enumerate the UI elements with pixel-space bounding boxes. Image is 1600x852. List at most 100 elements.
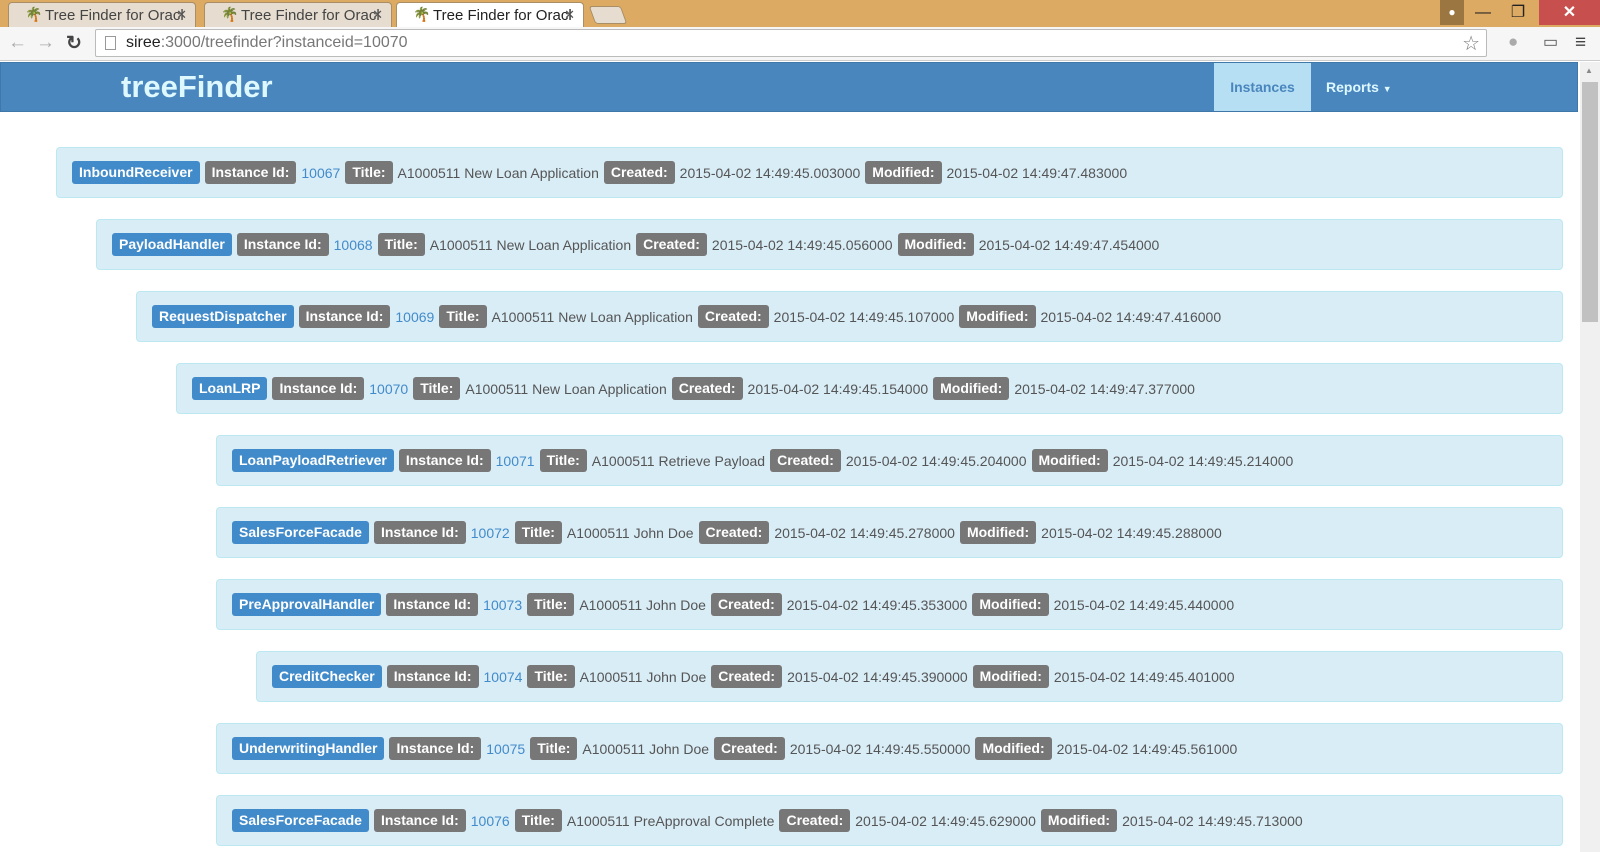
- tab-title: Tree Finder for Oracl: [45, 7, 184, 24]
- minimize-button[interactable]: —: [1468, 0, 1498, 25]
- title-label: Title:: [413, 377, 461, 400]
- bookmark-star-icon[interactable]: ☆: [1462, 31, 1480, 56]
- instance-row: PayloadHandler Instance Id: 10068 Title: A10…: [96, 219, 1563, 270]
- tab-title: Tree Finder for Oracl: [241, 7, 380, 24]
- cast-icon[interactable]: ▭: [1543, 32, 1558, 52]
- component-name-label[interactable]: InboundReceiver: [72, 161, 200, 184]
- modified-label: Modified:: [959, 521, 1037, 544]
- close-tab-icon[interactable]: ✕: [564, 7, 575, 23]
- instance-id-label: Instance Id:: [272, 377, 365, 400]
- tab-title: Tree Finder for Oracl: [433, 7, 572, 24]
- instance-id-link[interactable]: 10068: [334, 237, 373, 253]
- profile-icon[interactable]: ●: [1440, 0, 1464, 25]
- forward-icon[interactable]: →: [36, 32, 55, 54]
- created-value: 2015-04-02 14:49:45.003000: [679, 164, 861, 181]
- scrollbar[interactable]: ▲: [1580, 62, 1600, 852]
- modified-label: Modified:: [933, 377, 1010, 400]
- component-name-label[interactable]: LoanLRP: [192, 377, 268, 400]
- instance-id-link[interactable]: 10072: [471, 525, 510, 541]
- reports-label: Reports: [1326, 79, 1379, 95]
- created-value: 2015-04-02 14:49:45.204000: [845, 452, 1027, 469]
- title-label: Title:: [539, 449, 587, 472]
- brand-logo[interactable]: treeFinder: [121, 69, 273, 105]
- modified-label: Modified:: [972, 665, 1049, 688]
- instance-id-link[interactable]: 10076: [471, 813, 510, 829]
- close-tab-icon[interactable]: ✕: [372, 7, 383, 23]
- created-label: Created:: [698, 521, 770, 544]
- scroll-up-icon[interactable]: ▲: [1585, 66, 1593, 75]
- component-name-label[interactable]: CreditChecker: [272, 665, 382, 688]
- created-label: Created:: [697, 305, 769, 328]
- component-name-label[interactable]: LoanPayloadRetriever: [232, 449, 394, 472]
- title-value: A1000511 Retrieve Payload: [591, 452, 766, 469]
- modified-label: Modified:: [1040, 809, 1118, 832]
- instance-row: RequestDispatcher Instance Id: 10069 Title:…: [136, 291, 1563, 342]
- title-value: A1000511 New Loan Application: [465, 380, 667, 397]
- browser-tab-active[interactable]: 🌴 Tree Finder for Oracl ✕: [396, 2, 584, 27]
- instance-id-label: Instance Id:: [236, 233, 329, 256]
- component-name-label[interactable]: UnderwritingHandler: [232, 737, 385, 760]
- close-tab-icon[interactable]: ✕: [176, 7, 187, 23]
- instance-id-link[interactable]: 10075: [486, 741, 525, 757]
- instance-row: SalesForceFacade Instance Id: 10072 Title: A…: [216, 507, 1563, 558]
- component-name-label[interactable]: SalesForceFacade: [232, 809, 369, 832]
- created-value: 2015-04-02 14:49:45.056000: [711, 236, 893, 253]
- instance-id-link[interactable]: 10067: [301, 165, 340, 181]
- instance-id-label: Instance Id:: [204, 161, 297, 184]
- created-value: 2015-04-02 14:49:45.353000: [786, 596, 968, 613]
- instance-row: UnderwritingHandler Instance Id: 10075 Titl…: [216, 723, 1563, 774]
- instance-id-link[interactable]: 10073: [483, 597, 522, 613]
- app-navbar: treeFinder Instances Reports ▼: [0, 62, 1578, 112]
- title-value: A1000511 John Doe: [579, 596, 706, 613]
- reload-icon[interactable]: ↻: [66, 32, 82, 55]
- browser-tab[interactable]: 🌴 Tree Finder for Oracl ✕: [8, 2, 196, 27]
- nav-instances[interactable]: Instances: [1214, 63, 1311, 111]
- menu-icon[interactable]: ≡: [1575, 32, 1586, 54]
- hangouts-icon[interactable]: ●: [1508, 32, 1518, 52]
- browser-toolbar: ← → ↻ siree:3000/treefinder?instanceid=1…: [0, 27, 1600, 61]
- tree-favicon-icon: 🌴: [221, 6, 239, 22]
- created-label: Created:: [671, 377, 743, 400]
- created-value: 2015-04-02 14:49:45.107000: [773, 308, 955, 325]
- modified-value: 2015-04-02 14:49:45.288000: [1041, 524, 1222, 541]
- component-name-label[interactable]: PreApprovalHandler: [232, 593, 382, 616]
- caret-down-icon: ▼: [1382, 84, 1392, 94]
- component-name-label[interactable]: SalesForceFacade: [232, 521, 369, 544]
- url-path: :3000/treefinder?instanceid=10070: [160, 34, 408, 51]
- created-label: Created:: [710, 593, 782, 616]
- component-name-label[interactable]: RequestDispatcher: [152, 305, 294, 328]
- instance-row: SalesForceFacade Instance Id: 10076 Title: A…: [216, 795, 1563, 846]
- new-tab-button[interactable]: [588, 6, 628, 24]
- instance-id-link[interactable]: 10070: [369, 381, 408, 397]
- close-window-button[interactable]: ✕: [1539, 0, 1600, 25]
- instance-id-link[interactable]: 10071: [496, 453, 535, 469]
- title-value: A1000511 New Loan Application: [429, 236, 632, 253]
- instance-id-label: Instance Id:: [373, 521, 466, 544]
- instance-id-label: Instance Id:: [389, 737, 482, 760]
- instance-row: CreditChecker Instance Id: 10074 Title: A100…: [256, 651, 1563, 702]
- instance-id-label: Instance Id:: [398, 449, 491, 472]
- created-value: 2015-04-02 14:49:45.550000: [789, 740, 971, 757]
- maximize-button[interactable]: ❐: [1500, 0, 1536, 25]
- title-value: A1000511 John Doe: [582, 740, 710, 757]
- instance-id-link[interactable]: 10074: [484, 669, 523, 685]
- nav-reports-dropdown[interactable]: Reports ▼: [1311, 63, 1411, 111]
- modified-value: 2015-04-02 14:49:47.377000: [1014, 380, 1195, 397]
- instance-id-label: Instance Id:: [386, 665, 479, 688]
- title-value: A1000511 New Loan Application: [491, 308, 693, 325]
- modified-value: 2015-04-02 14:49:45.440000: [1053, 596, 1235, 613]
- back-icon[interactable]: ←: [8, 32, 27, 54]
- scrollbar-thumb[interactable]: [1582, 82, 1598, 322]
- modified-label: Modified:: [1031, 449, 1108, 472]
- browser-titlebar: 🌴 Tree Finder for Oracl ✕ 🌴 Tree Finder for…: [0, 0, 1600, 27]
- title-label: Title:: [530, 737, 578, 760]
- created-label: Created:: [714, 737, 785, 760]
- address-bar[interactable]: siree:3000/treefinder?instanceid=10070 ☆: [95, 29, 1487, 57]
- title-label: Title:: [527, 665, 575, 688]
- component-name-label[interactable]: PayloadHandler: [112, 233, 232, 256]
- browser-tab[interactable]: 🌴 Tree Finder for Oracl ✕: [204, 2, 392, 27]
- instance-id-label: Instance Id:: [386, 593, 479, 616]
- instance-id-link[interactable]: 10069: [395, 309, 434, 325]
- instance-row: InboundReceiver Instance Id: 10067 Title: A1…: [56, 147, 1563, 198]
- tree-favicon-icon: 🌴: [413, 6, 431, 22]
